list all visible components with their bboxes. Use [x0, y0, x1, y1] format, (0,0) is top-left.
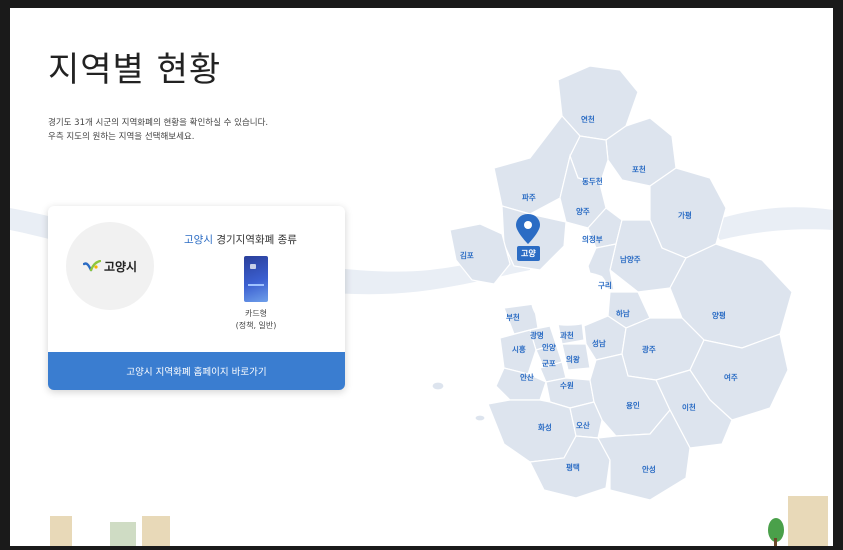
map-label-gwangmyeong: 광명: [530, 330, 544, 340]
selected-region-label[interactable]: 고양: [517, 246, 540, 261]
map-label-ansan: 안산: [520, 372, 534, 382]
card-type-label: 카드형: [244, 309, 268, 318]
goyang-logo-mark-icon: [82, 257, 102, 276]
region-info-card: 고양시 고양시 경기지역화폐 종류 카드형 (정책, 일반) 고양시 지역화폐 …: [48, 206, 345, 390]
map-label-hanam: 하남: [616, 308, 630, 318]
map-label-pocheon: 포천: [632, 164, 646, 174]
map-label-anyang: 안양: [542, 342, 556, 352]
map-label-seongnam: 성남: [592, 338, 606, 348]
map-label-icheon: 이천: [682, 402, 696, 412]
map-label-bucheon: 부천: [506, 312, 520, 322]
city-logo: 고양시: [66, 222, 154, 310]
city-logo-text: 고양시: [103, 259, 138, 274]
map-label-yangpyeong: 양평: [712, 310, 726, 320]
map-label-siheung: 시흥: [512, 344, 526, 354]
map-label-pyeongtaek: 평택: [566, 462, 580, 472]
map-label-uiwang: 의왕: [566, 354, 580, 364]
card-type-info: 카드형 (정책, 일반): [208, 308, 304, 332]
card-heading-city: 고양시: [184, 234, 213, 246]
map-label-gapyeong: 가평: [678, 210, 692, 220]
map-label-dongducheon: 동두천: [582, 176, 603, 186]
map-label-gwacheon: 과천: [560, 330, 574, 340]
map-label-uijeongbu: 의정부: [582, 234, 603, 244]
map-label-gimpo: 김포: [460, 250, 474, 260]
map-label-anseong: 안성: [642, 464, 656, 474]
map-label-gwangju: 광주: [642, 344, 656, 354]
card-heading: 고양시 경기지역화폐 종류: [184, 232, 297, 247]
map-label-yangju: 양주: [576, 206, 590, 216]
homepage-link-button[interactable]: 고양시 지역화폐 홈페이지 바로가기: [48, 352, 345, 390]
map-region-gimpo[interactable]: [449, 223, 511, 285]
map-label-yongin: 용인: [626, 400, 640, 410]
map-label-suwon: 수원: [560, 380, 574, 390]
card-type-detail: (정책, 일반): [235, 321, 277, 330]
currency-card-image: [244, 256, 268, 302]
map-label-guri: 구리: [598, 280, 612, 290]
map-label-paju: 파주: [522, 192, 536, 202]
map-label-osan: 오산: [576, 420, 590, 430]
map-label-hwaseong: 화성: [538, 422, 552, 432]
map-label-gunpo: 군포: [542, 359, 556, 368]
map-label-yeoju: 여주: [724, 372, 738, 382]
map-label-yeoncheon: 연천: [581, 114, 595, 124]
map-label-namyangju: 남양주: [620, 254, 641, 264]
map-region-hwaseong[interactable]: [487, 399, 577, 463]
card-heading-text: 경기지역화폐 종류: [212, 234, 297, 246]
page-frame: 지역별 현황 경기도 31개 시군의 지역화폐의 현황을 확인하실 수 있습니다…: [10, 8, 833, 546]
